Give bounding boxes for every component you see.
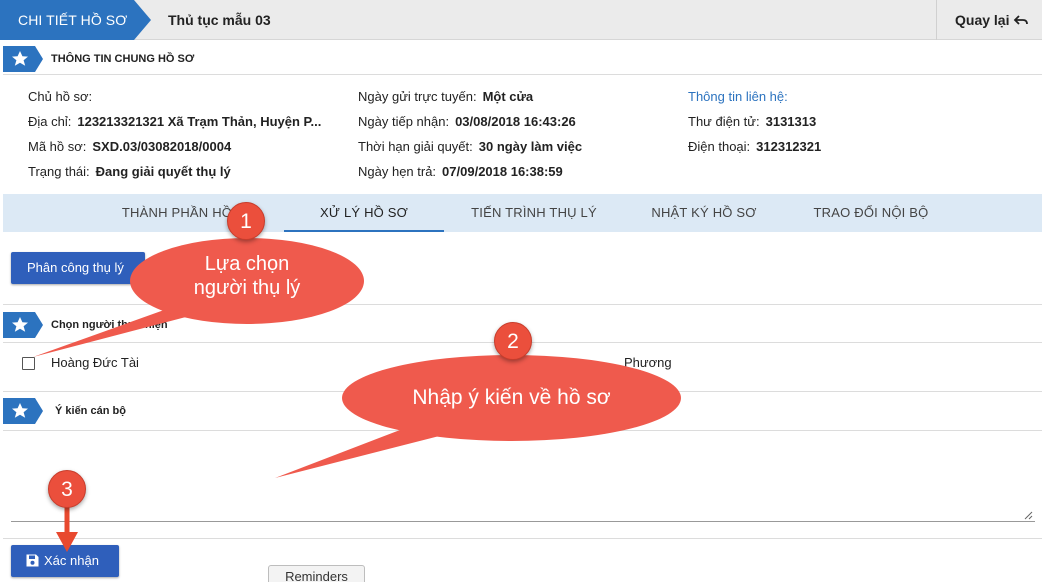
divider: [3, 538, 1042, 539]
assign-button[interactable]: Phân công thụ lý: [11, 252, 145, 284]
star-icon: [3, 312, 43, 338]
resize-handle-icon[interactable]: [1023, 510, 1033, 520]
tab-log[interactable]: NHẬT KÝ HỒ SƠ: [624, 194, 784, 232]
comment-title: Ý kiến cán bộ: [55, 405, 126, 417]
email-label: Thư điện tử:: [688, 114, 760, 129]
callout-1-line2: người thụ lý: [193, 277, 301, 299]
star-icon: [3, 46, 43, 72]
email-value: 3131313: [765, 114, 817, 129]
section-title: THÔNG TIN CHUNG HỒ SƠ: [51, 53, 195, 65]
step-3-badge: 3: [48, 470, 86, 508]
confirm-button[interactable]: Xác nhận: [11, 545, 119, 577]
step-1-badge: 1: [227, 202, 265, 240]
chooser-title: Chọn người thực hiện: [51, 319, 168, 331]
email-field: Thư điện tử: 3131313: [688, 114, 816, 130]
person-checkbox[interactable]: [22, 357, 35, 370]
breadcrumb-arrow: [134, 0, 151, 40]
back-label: Quay lại: [955, 12, 1010, 28]
received-field: Ngày tiếp nhận: 03/08/2018 16:43:26: [358, 114, 576, 130]
star-icon: [3, 398, 43, 424]
step-2-badge: 2: [494, 322, 532, 360]
deadline-label: Thời hạn giải quyết:: [358, 139, 473, 154]
deadline-field: Thời hạn giải quyết: 30 ngày làm việc: [358, 139, 582, 155]
status-field: Trạng thái: Đang giải quyết thụ lý: [28, 164, 231, 180]
top-breadcrumb-bar: CHI TIẾT HỒ SƠ Thủ tục mẫu 03 Quay lại: [0, 0, 1042, 40]
breadcrumb-section[interactable]: CHI TIẾT HỒ SƠ: [0, 0, 134, 40]
confirm-label: Xác nhận: [44, 553, 99, 568]
address-field: Địa chỉ: 123213321321 Xã Trạm Thản, Huyện…: [28, 114, 321, 130]
due-field: Ngày hẹn trả: 07/09/2018 16:38:59: [358, 164, 563, 180]
callout-select-assignee: Lựa chọn người thụ lý: [130, 238, 364, 324]
contact-link[interactable]: Thông tin liên hệ:: [688, 89, 788, 105]
tab-bar: THÀNH PHẦN HỒ SƠ XỬ LÝ HỒ SƠ TIẾN TRÌNH …: [3, 194, 1042, 232]
person-name: Hoàng Đức Tài: [51, 355, 139, 370]
comment-textarea[interactable]: [11, 432, 1035, 522]
code-field: Mã hồ sơ: SXD.03/03082018/0004: [28, 139, 231, 155]
breadcrumb-title: Thủ tục mẫu 03: [168, 12, 271, 28]
due-label: Ngày hẹn trả:: [358, 164, 437, 179]
save-icon: [26, 554, 39, 567]
owner-label: Chủ hồ sơ:: [28, 89, 93, 104]
address-label: Địa chỉ:: [28, 114, 72, 129]
address-value: 123213321321 Xã Trạm Thản, Huyện P...: [77, 114, 322, 129]
phone-value: 312312321: [756, 139, 822, 154]
reminders-button[interactable]: Reminders: [268, 565, 365, 582]
callout-enter-comment: Nhập ý kiến về hồ sơ: [342, 355, 681, 441]
status-value: Đang giải quyết thụ lý: [95, 164, 231, 179]
tab-processing[interactable]: XỬ LÝ HỒ SƠ: [284, 194, 444, 232]
code-label: Mã hồ sơ:: [28, 139, 87, 154]
phone-label: Điện thoại:: [688, 139, 751, 154]
callout-1-line1: Lựa chọn: [204, 253, 290, 275]
tab-progress[interactable]: TIẾN TRÌNH THỤ LÝ: [454, 194, 614, 232]
undo-icon: [1013, 15, 1028, 25]
divider: [3, 74, 1042, 75]
received-value: 03/08/2018 16:43:26: [455, 114, 576, 129]
online-value: Một cửa: [482, 89, 534, 104]
phone-field: Điện thoại: 312312321: [688, 139, 821, 155]
online-field: Ngày gửi trực tuyến: Một cửa: [358, 89, 533, 105]
due-value: 07/09/2018 16:38:59: [442, 164, 563, 179]
deadline-value: 30 ngày làm việc: [478, 139, 583, 154]
back-button[interactable]: Quay lại: [936, 0, 1042, 40]
received-label: Ngày tiếp nhận:: [358, 114, 450, 129]
online-label: Ngày gửi trực tuyến:: [358, 89, 477, 104]
code-value: SXD.03/03082018/0004: [92, 139, 232, 154]
tab-internal-exchange[interactable]: TRAO ĐỔI NỘI BỘ: [791, 194, 951, 232]
status-label: Trạng thái:: [28, 164, 90, 179]
owner-field: Chủ hồ sơ:: [28, 89, 98, 105]
